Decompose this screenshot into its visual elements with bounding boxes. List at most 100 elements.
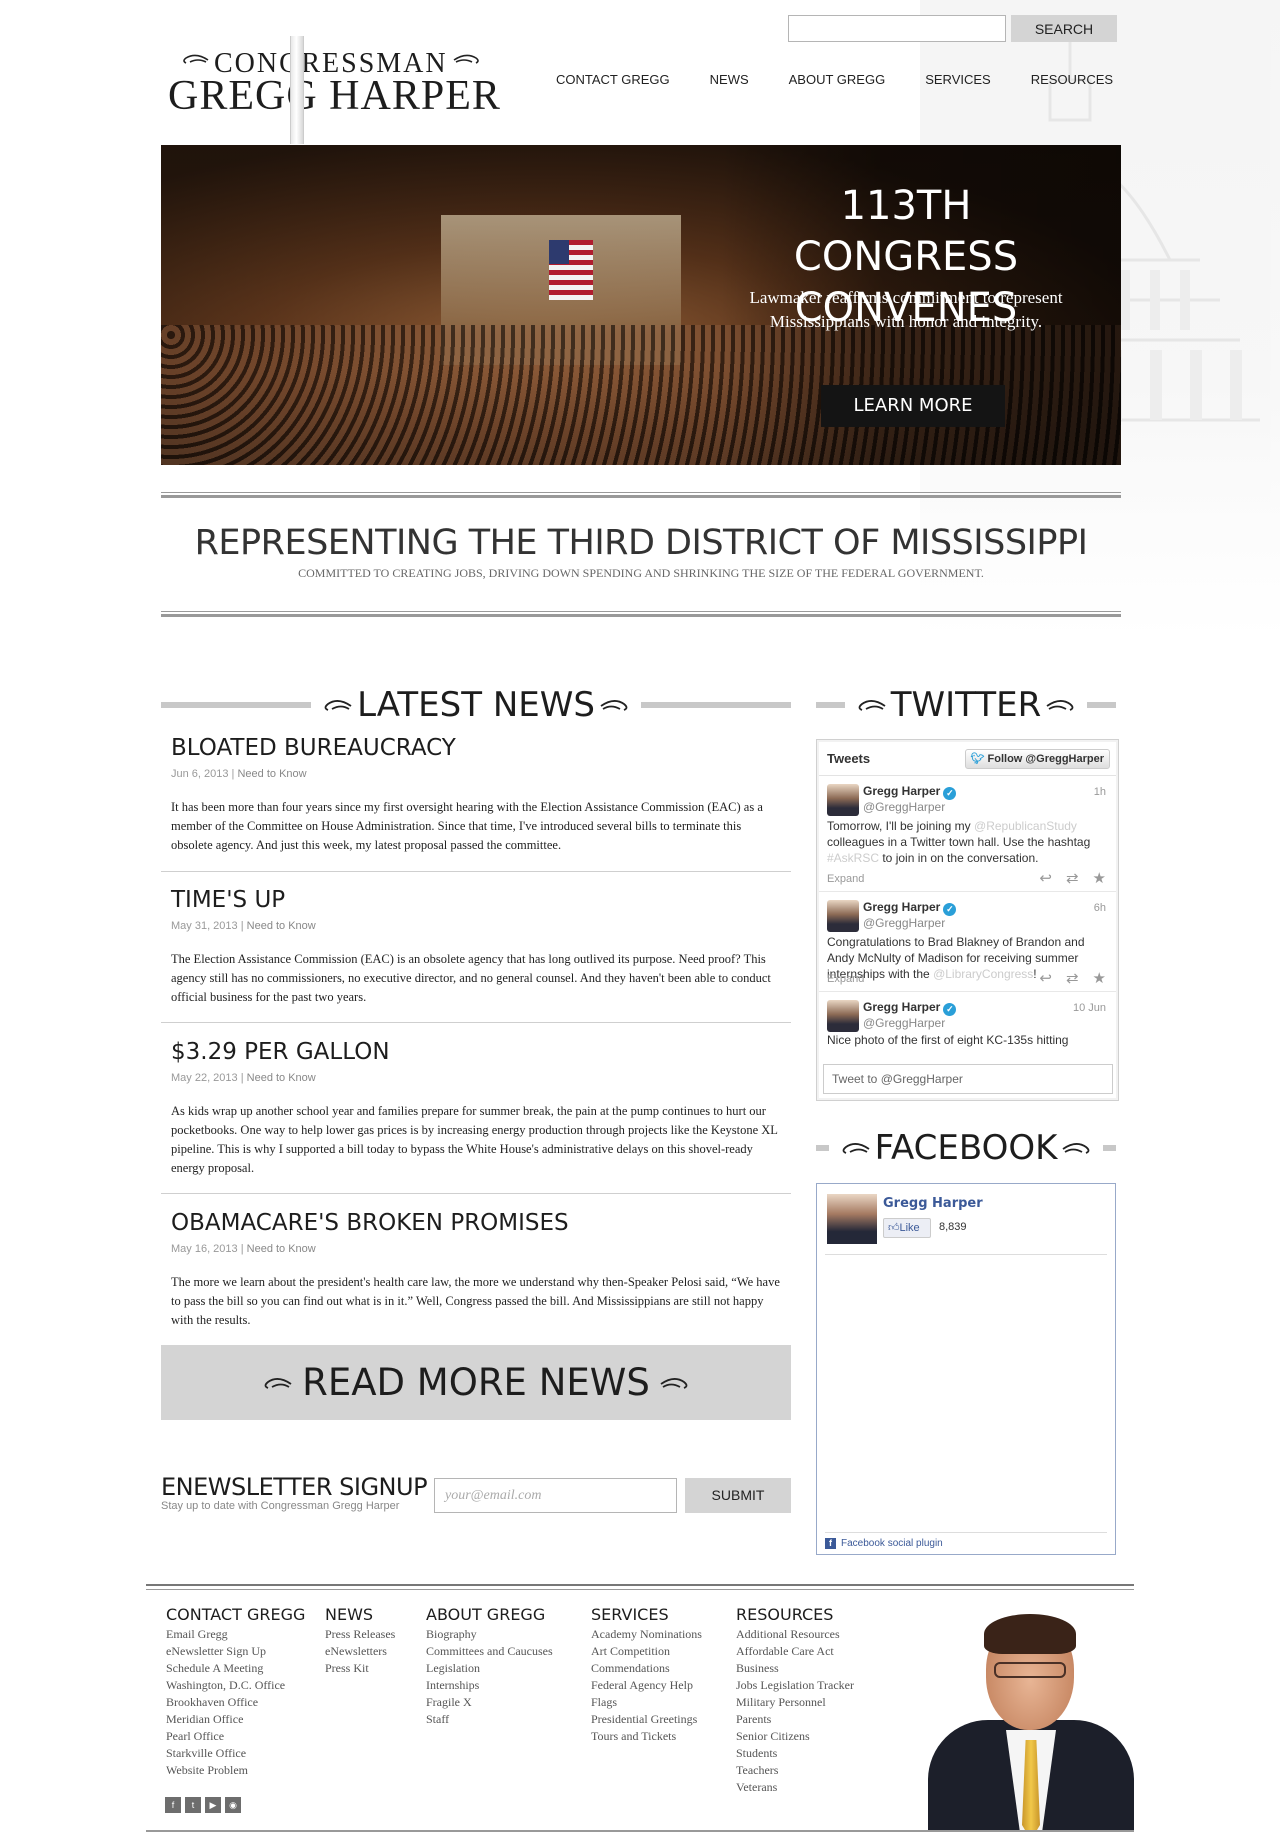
footer-link[interactable]: Students — [736, 1745, 854, 1762]
footer-link[interactable]: Military Personnel — [736, 1694, 854, 1711]
tweet-time[interactable]: 1h — [1094, 786, 1106, 798]
footer-link[interactable]: Website Problem — [166, 1762, 305, 1779]
footer-heading[interactable]: ABOUT GREGG — [426, 1605, 553, 1624]
news-title[interactable]: BLOATED BUREAUCRACY — [171, 735, 456, 761]
footer-link[interactable]: Jobs Legislation Tracker — [736, 1677, 854, 1694]
learn-more-button[interactable]: LEARN MORE — [821, 385, 1005, 427]
facebook-plugin-footer[interactable]: f Facebook social plugin — [825, 1532, 1107, 1554]
follow-button[interactable]: 🐦︎ Follow @GreggHarper — [964, 749, 1110, 769]
facebook-like-button[interactable]: 👍︎Like — [883, 1218, 931, 1238]
footer-link[interactable]: Veterans — [736, 1779, 854, 1796]
footer-link[interactable]: Committees and Caucuses — [426, 1643, 553, 1660]
footer-link[interactable]: Federal Agency Help — [591, 1677, 702, 1694]
news-title[interactable]: $3.29 PER GALLON — [171, 1039, 390, 1065]
facebook-page-name[interactable]: Gregg Harper — [883, 1196, 983, 1211]
hashtag-link[interactable]: #AskRSC — [827, 851, 879, 865]
twitter-icon[interactable]: t — [185, 1797, 201, 1813]
footer-link[interactable]: Tours and Tickets — [591, 1728, 702, 1745]
favorite-icon[interactable]: ★ — [1093, 969, 1106, 987]
newsletter-email-input[interactable]: your@email.com — [434, 1478, 677, 1513]
mention-link[interactable]: @RepublicanStudy — [974, 819, 1077, 833]
facebook-page-avatar[interactable] — [827, 1194, 877, 1244]
site-logo[interactable]: CONGRESSMAN GREGG HARPER — [168, 36, 508, 144]
footer-link[interactable]: Starkville Office — [166, 1745, 305, 1762]
tweet-handle[interactable]: @GreggHarper — [863, 916, 945, 930]
footer-link[interactable]: Parents — [736, 1711, 854, 1728]
footer-link[interactable]: Academy Nominations — [591, 1626, 702, 1643]
footer-link[interactable]: Senior Citizens — [736, 1728, 854, 1745]
news-category[interactable]: Need to Know — [237, 768, 306, 780]
rss-icon[interactable]: ◉ — [225, 1797, 241, 1813]
footer-link[interactable]: Fragile X — [426, 1694, 553, 1711]
tweet-name[interactable]: Gregg Harper — [863, 784, 940, 798]
youtube-icon[interactable]: ▶ — [205, 1797, 221, 1813]
tweet[interactable]: Gregg Harper ✓ @GreggHarper 10 Jun Nice p… — [819, 992, 1116, 1048]
avatar[interactable] — [827, 1000, 859, 1032]
reply-icon[interactable]: ↩ — [1039, 969, 1052, 987]
avatar[interactable] — [827, 784, 859, 816]
twitter-widget-header: Tweets 🐦︎ Follow @GreggHarper — [819, 742, 1116, 776]
reply-icon[interactable]: ↩ — [1039, 869, 1052, 887]
footer-link[interactable]: Flags — [591, 1694, 702, 1711]
footer-link[interactable]: Pearl Office — [166, 1728, 305, 1745]
nav-about-gregg[interactable]: ABOUT GREGG — [789, 72, 886, 87]
footer-link[interactable]: Meridian Office — [166, 1711, 305, 1728]
nav-resources[interactable]: RESOURCES — [1031, 72, 1113, 87]
read-more-news-button[interactable]: READ MORE NEWS — [161, 1345, 791, 1420]
footer-link[interactable]: Schedule A Meeting — [166, 1660, 305, 1677]
tweet-time[interactable]: 10 Jun — [1073, 1002, 1106, 1014]
footer-link[interactable]: Staff — [426, 1711, 553, 1728]
news-category[interactable]: Need to Know — [247, 920, 316, 932]
favorite-icon[interactable]: ★ — [1093, 869, 1106, 887]
expand-link[interactable]: Expand — [827, 873, 864, 885]
mention-link[interactable]: @LibraryCongress — [933, 967, 1033, 981]
tweet-name[interactable]: Gregg Harper — [863, 900, 940, 914]
footer-link[interactable]: Legislation — [426, 1660, 553, 1677]
footer-heading[interactable]: CONTACT GREGG — [166, 1605, 305, 1624]
footer-heading[interactable]: SERVICES — [591, 1605, 702, 1624]
footer-link[interactable]: Brookhaven Office — [166, 1694, 305, 1711]
nav-news[interactable]: NEWS — [710, 72, 749, 87]
tweet-handle[interactable]: @GreggHarper — [863, 1016, 945, 1030]
footer-heading[interactable]: NEWS — [325, 1605, 395, 1624]
tweet-name[interactable]: Gregg Harper — [863, 1000, 940, 1014]
avatar[interactable] — [827, 900, 859, 932]
swirl-left-icon — [324, 700, 352, 711]
footer-link[interactable]: eNewsletters — [325, 1643, 395, 1660]
footer-link[interactable]: Business — [736, 1660, 854, 1677]
retweet-icon[interactable]: ⇄ — [1066, 869, 1079, 887]
footer-link[interactable]: Email Gregg — [166, 1626, 305, 1643]
expand-link[interactable]: Expand — [827, 973, 864, 985]
footer-link[interactable]: eNewsletter Sign Up — [166, 1643, 305, 1660]
footer-link[interactable]: Presidential Greetings — [591, 1711, 702, 1728]
tweet-compose-input[interactable]: Tweet to @GreggHarper — [823, 1064, 1113, 1094]
news-category[interactable]: Need to Know — [247, 1072, 316, 1084]
main-nav: CONTACT GREGG NEWS ABOUT GREGG SERVICES … — [556, 72, 1153, 87]
footer-link[interactable]: Teachers — [736, 1762, 854, 1779]
footer-link[interactable]: Press Releases — [325, 1626, 395, 1643]
tweet[interactable]: Gregg Harper ✓ @GreggHarper 1h Tomorrow, … — [819, 776, 1116, 892]
twitter-title: TWITTER — [890, 685, 1042, 725]
retweet-icon[interactable]: ⇄ — [1066, 969, 1079, 987]
footer-link[interactable]: Biography — [426, 1626, 553, 1643]
tweet[interactable]: Gregg Harper ✓ @GreggHarper 6h Congratula… — [819, 892, 1116, 992]
news-category[interactable]: Need to Know — [247, 1243, 316, 1255]
newsletter-submit-button[interactable]: SUBMIT — [685, 1478, 791, 1513]
news-title[interactable]: TIME'S UP — [171, 887, 285, 913]
search-button[interactable]: SEARCH — [1011, 15, 1117, 42]
footer-link[interactable]: Additional Resources — [736, 1626, 854, 1643]
tweet-handle[interactable]: @GreggHarper — [863, 800, 945, 814]
search-input[interactable] — [788, 15, 1006, 42]
footer-link[interactable]: Internships — [426, 1677, 553, 1694]
nav-contact-gregg[interactable]: CONTACT GREGG — [556, 72, 670, 87]
nav-services[interactable]: SERVICES — [925, 72, 991, 87]
tweet-time[interactable]: 6h — [1094, 902, 1106, 914]
footer-link[interactable]: Art Competition — [591, 1643, 702, 1660]
footer-link[interactable]: Washington, D.C. Office — [166, 1677, 305, 1694]
footer-link[interactable]: Commendations — [591, 1660, 702, 1677]
footer-heading[interactable]: RESOURCES — [736, 1605, 854, 1624]
news-title[interactable]: OBAMACARE'S BROKEN PROMISES — [171, 1210, 569, 1236]
footer-link[interactable]: Press Kit — [325, 1660, 395, 1677]
footer-link[interactable]: Affordable Care Act — [736, 1643, 854, 1660]
facebook-icon[interactable]: f — [165, 1797, 181, 1813]
